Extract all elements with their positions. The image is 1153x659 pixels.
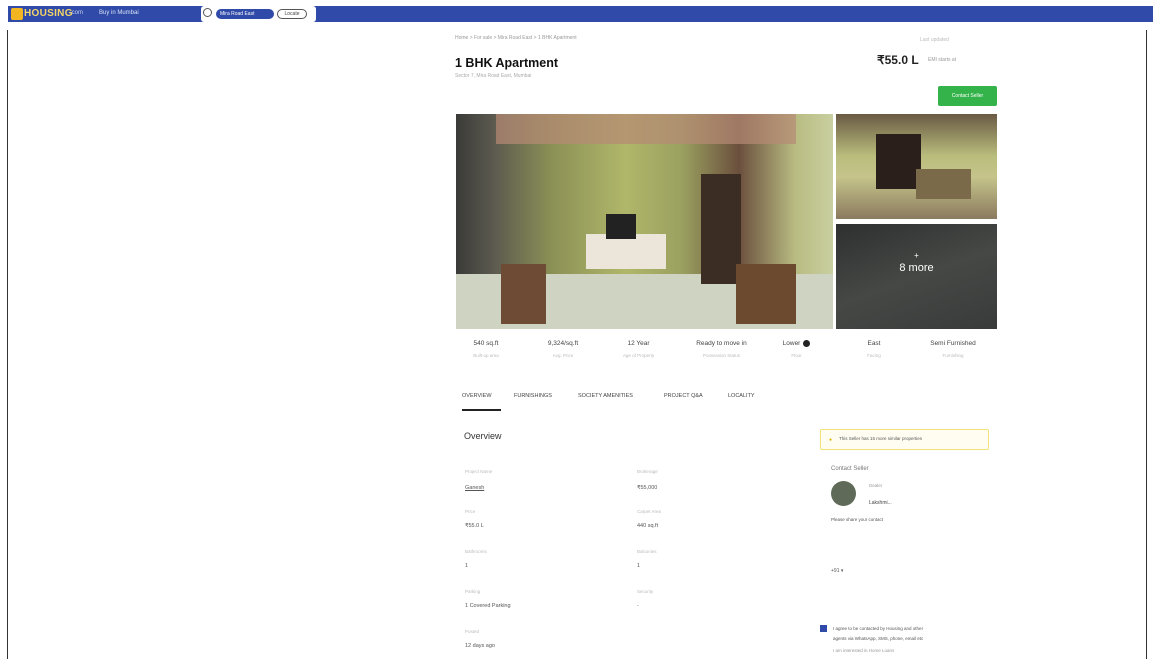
page-border-left <box>7 30 8 659</box>
spec-value: 9,324/sq.ft <box>547 340 579 347</box>
seller-name[interactable]: Lakshmi... <box>869 500 892 506</box>
photo-tv-unit <box>586 234 666 269</box>
country-code-select[interactable]: +91 ▾ <box>831 568 843 574</box>
field-value: 1 Covered Parking <box>465 603 511 609</box>
contact-heading: Contact Seller <box>831 466 869 472</box>
more-photos-tile[interactable]: + 8 more <box>836 224 997 329</box>
photo-bed <box>501 264 546 324</box>
field-value: 440 sq.ft <box>637 523 659 529</box>
photo-door <box>701 174 741 284</box>
active-tab-indicator <box>462 409 501 411</box>
field-label: Parking <box>465 589 481 594</box>
field-label: Bathrooms <box>465 549 487 554</box>
avatar <box>831 481 856 506</box>
spec-label: Facing <box>867 353 881 358</box>
tab-furnishings[interactable]: FURNISHINGS <box>514 393 552 399</box>
consent-line-2: agents via WhatsApp, SMS, phone, email e… <box>833 636 924 641</box>
tab-locality[interactable]: LOCALITY <box>728 393 755 399</box>
spec-value: 12 Year <box>627 340 650 347</box>
more-photos-label: 8 more <box>899 262 934 274</box>
locate-button[interactable]: Locate <box>277 9 307 19</box>
spec-label: Avg. Price <box>552 353 574 358</box>
field-label: Price <box>465 509 476 514</box>
spec-value: Ready to move in <box>696 340 747 347</box>
spec-value: East <box>867 340 881 347</box>
spec-label: Floor <box>791 353 802 359</box>
overview-title: Overview <box>464 431 502 441</box>
page-border-right <box>1146 30 1147 659</box>
field-value: 12 days ago <box>465 643 495 649</box>
photo-ceiling <box>496 114 796 144</box>
plus-icon: + <box>914 251 919 260</box>
field-value: ₹55,000 <box>637 485 658 491</box>
home-loan-option[interactable]: I am interested in Home Loans <box>833 648 894 653</box>
top-navigation-bar: HOUSING .com Buy in Mumbai Mira Road Eas… <box>0 0 1153 30</box>
consent-checkbox[interactable] <box>820 625 827 632</box>
main-photo[interactable] <box>456 114 833 329</box>
field-value: - <box>637 603 639 609</box>
breadcrumb[interactable]: Home > For sale > Mira Road East > 1 BHK… <box>455 35 577 41</box>
field-value: 1 <box>465 563 469 569</box>
emi-info[interactable]: EMI starts at <box>928 57 956 63</box>
bulb-icon: ● <box>829 437 833 443</box>
spec-label: Possession Status <box>702 353 741 358</box>
field-label: Security <box>637 589 654 594</box>
field-value: ₹55.0 L <box>465 523 484 529</box>
consent-text: I agree to be contacted by Housing and o… <box>833 624 923 644</box>
share-contact-prompt: Please share your contact <box>831 517 884 522</box>
header-strip <box>8 6 1153 22</box>
logo-text[interactable]: HOUSING <box>24 8 73 19</box>
field-label: Project Name <box>465 469 493 474</box>
photo-wardrobe <box>876 134 921 189</box>
seller-type: Dealer <box>869 483 883 488</box>
field-label: Balconies <box>637 549 657 554</box>
spec-label: Built-up area <box>473 353 499 358</box>
photo-chair <box>736 264 796 324</box>
city-selector[interactable]: Buy in Mumbai <box>99 10 139 16</box>
consent-line-1: I agree to be contacted by Housing and o… <box>833 626 924 631</box>
spec-floor: Lower Floor <box>774 340 819 358</box>
spec-label: Furnishing <box>942 353 964 358</box>
secondary-photo[interactable] <box>836 114 997 219</box>
tab-overview[interactable]: OVERVIEW <box>462 393 492 399</box>
contact-seller-button[interactable]: Contact Seller <box>938 86 997 106</box>
field-label: Brokerage <box>637 469 658 474</box>
photo-sofa <box>916 169 971 199</box>
field-value: 1 <box>637 563 641 569</box>
property-specs: 540 sq.ft Built-up area 9,324/sq.ft Avg.… <box>456 340 997 370</box>
search-location-chip[interactable]: Mira Road East <box>216 9 274 19</box>
spec-value: Lower <box>782 340 801 348</box>
photo-tv <box>606 214 636 239</box>
spec-price-per-sqft: 9,324/sq.ft Avg. Price <box>538 340 588 358</box>
listing-price: ₹55.0 L <box>877 53 919 67</box>
seller-alert-banner[interactable]: This Seller has 15 more similar properti… <box>820 429 989 450</box>
spec-facing: East Facing <box>854 340 894 358</box>
logo-icon[interactable] <box>11 8 23 20</box>
spec-value: 540 sq.ft <box>473 340 499 347</box>
spec-value: Semi Furnished <box>930 340 976 347</box>
spec-area: 540 sq.ft Built-up area <box>466 340 506 358</box>
spec-furnishing: Semi Furnished Furnishing <box>918 340 988 358</box>
field-label: Posted <box>465 629 480 634</box>
project-name-link[interactable]: Ganesh <box>465 485 484 491</box>
page-title: 1 BHK Apartment <box>455 56 559 70</box>
logo-suffix: .com <box>70 10 84 16</box>
info-icon[interactable] <box>803 340 811 347</box>
spec-label: Age of Property <box>622 353 655 358</box>
search-icon[interactable] <box>203 8 212 17</box>
spec-age: 12 Year Age of Property <box>616 340 661 358</box>
field-label: Carpet Area <box>637 509 662 514</box>
listing-address: Sector 7, Mira Road East, Mumbai <box>455 73 532 79</box>
spec-possession: Ready to move in Possession Status <box>684 340 759 358</box>
tab-society-amenities[interactable]: SOCIETY AMENITIES <box>578 393 633 399</box>
tab-project-qa[interactable]: PROJECT Q&A <box>664 393 703 399</box>
last-updated-link: Last updated <box>920 37 949 43</box>
